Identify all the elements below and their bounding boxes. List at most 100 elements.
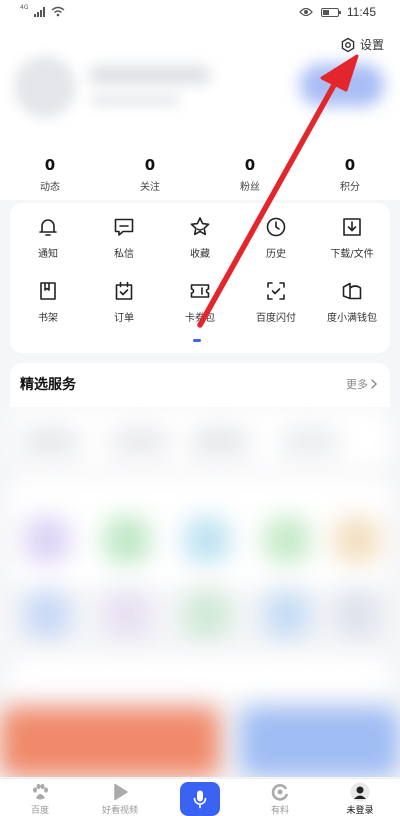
blurred-tile	[334, 517, 380, 563]
blurred-tile	[190, 427, 250, 457]
profile-header: 设置 0 动态 0 关注 0 粉丝 0 积分	[0, 26, 400, 200]
gear-icon	[341, 37, 355, 52]
grid-item-quickpay[interactable]: 百度闪付	[238, 267, 314, 331]
bottom-tab-bar: 百度 好看视频 有料 未登录	[0, 778, 400, 816]
status-left: 4G	[20, 4, 65, 17]
stat-value: 0	[244, 156, 256, 174]
stat-fans[interactable]: 0 粉丝	[200, 156, 300, 193]
status-bar: 4G 11:45	[0, 0, 400, 26]
blurred-tile	[24, 592, 70, 638]
mic-icon	[193, 790, 207, 809]
scan-pay-icon	[267, 282, 285, 300]
download-icon	[343, 218, 361, 236]
bell-icon	[39, 219, 57, 236]
blurred-tile	[184, 517, 230, 563]
play-icon	[114, 783, 128, 801]
stat-label: 积分	[340, 182, 360, 193]
chevron-right-icon	[371, 379, 377, 389]
tab-voice-search[interactable]	[160, 779, 240, 816]
stat-value: 0	[144, 156, 156, 174]
grid-item-label: 通知	[38, 249, 58, 260]
blurred-tile	[264, 517, 310, 563]
order-icon	[115, 281, 133, 300]
clock-icon	[266, 217, 286, 237]
blurred-tile	[110, 427, 170, 457]
grid-item-wallet[interactable]: 度小满钱包	[314, 267, 390, 331]
grid-item-download[interactable]: 下载/文件	[314, 203, 390, 267]
tab-label: 未登录	[346, 806, 374, 816]
grid-item-label: 百度闪付	[256, 313, 296, 324]
blurred-services-content	[0, 407, 400, 777]
stat-value: 0	[344, 156, 356, 174]
star-icon	[190, 217, 210, 236]
blurred-tile	[334, 592, 380, 638]
stat-value: 0	[44, 156, 56, 174]
grid-item-label: 卡券包	[185, 313, 215, 324]
grid-item-orders[interactable]: 订单	[86, 267, 162, 331]
stat-label: 关注	[140, 182, 160, 193]
ticket-icon	[190, 284, 210, 298]
stat-label: 粉丝	[240, 182, 260, 193]
grid-item-message[interactable]: 私信	[86, 203, 162, 267]
baidu-paw-icon	[33, 783, 48, 800]
function-grid: 通知 私信 收藏 历史 下载/文件 书架 订单 卡券包 百度闪付 度小满钱包	[10, 203, 390, 331]
bookmark-icon	[40, 282, 56, 300]
user-avatar-icon	[350, 782, 370, 802]
blurred-banner-right	[240, 707, 400, 777]
blurred-tile	[20, 427, 80, 457]
stat-dynamics[interactable]: 0 动态	[0, 156, 100, 193]
blurred-tile	[104, 517, 150, 563]
services-more-link[interactable]: 更多	[346, 376, 378, 392]
tab-haokan-video[interactable]: 好看视频	[80, 779, 160, 816]
stats-row: 0 动态 0 关注 0 粉丝 0 积分	[0, 156, 400, 193]
blurred-tile	[280, 427, 340, 457]
youliao-icon	[271, 784, 288, 801]
stat-points[interactable]: 0 积分	[300, 156, 400, 193]
blurred-username	[90, 66, 210, 84]
tab-label: 百度	[30, 806, 49, 816]
tab-label: 好看视频	[101, 806, 138, 816]
signal-icon	[34, 6, 46, 17]
grid-item-label: 度小满钱包	[327, 313, 377, 324]
blurred-tile	[10, 657, 390, 697]
stat-following[interactable]: 0 关注	[100, 156, 200, 193]
blurred-tile	[184, 592, 230, 638]
grid-item-label: 私信	[114, 249, 134, 260]
network-type: 4G	[20, 4, 29, 11]
status-right: 11:45	[299, 5, 376, 19]
tab-baidu[interactable]: 百度	[0, 779, 80, 816]
grid-item-label: 收藏	[190, 249, 210, 260]
battery-icon	[320, 7, 341, 17]
blurred-tile	[24, 517, 70, 563]
tab-label: 有料	[270, 806, 289, 816]
voice-search-button[interactable]	[180, 782, 220, 816]
featured-services-card: 精选服务 更多	[10, 363, 390, 407]
blurred-login-button[interactable]	[300, 64, 384, 106]
services-more-label: 更多	[346, 378, 368, 391]
wallet-icon	[342, 282, 362, 300]
grid-item-bookshelf[interactable]: 书架	[10, 267, 86, 331]
blurred-banner-left	[0, 707, 220, 777]
clock-time: 11:45	[346, 5, 376, 19]
eye-icon	[299, 7, 313, 17]
tab-profile[interactable]: 未登录	[320, 779, 400, 816]
grid-item-history[interactable]: 历史	[238, 203, 314, 267]
grid-item-label: 订单	[114, 313, 134, 324]
grid-item-coupons[interactable]: 卡券包	[162, 267, 238, 331]
services-title: 精选服务	[20, 377, 76, 393]
grid-item-label: 书架	[38, 313, 58, 324]
grid-item-label: 下载/文件	[330, 249, 374, 260]
stat-label: 动态	[40, 182, 60, 193]
avatar[interactable]	[14, 56, 76, 118]
grid-item-label: 历史	[266, 249, 286, 260]
tab-youliao[interactable]: 有料	[240, 779, 320, 816]
blurred-tile	[264, 592, 310, 638]
page-indicator	[193, 339, 201, 342]
blurred-subtitle	[90, 94, 180, 106]
settings-label: 设置	[359, 38, 384, 52]
wifi-icon	[52, 6, 65, 17]
settings-button[interactable]: 设置	[340, 36, 384, 53]
grid-item-notify[interactable]: 通知	[10, 203, 86, 267]
grid-item-favorites[interactable]: 收藏	[162, 203, 238, 267]
message-icon	[114, 218, 134, 236]
